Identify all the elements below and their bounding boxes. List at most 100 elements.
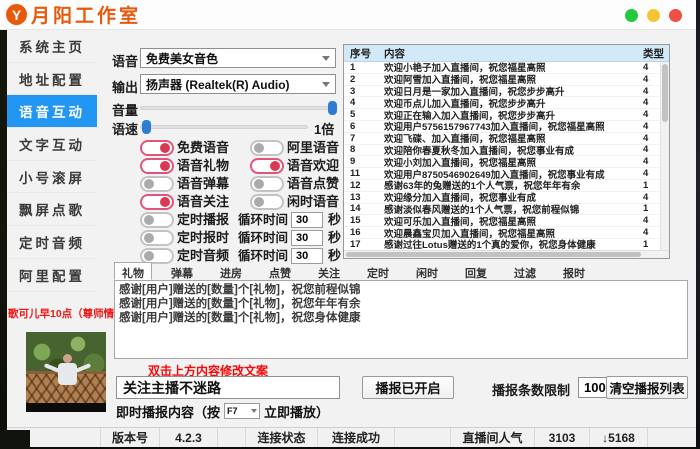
table-vertical-scrollbar[interactable]	[660, 62, 669, 250]
table-body: 1欢迎小艳子加入直播间，祝您福星高照42欢迎阿雪加入直播间，祝您福星高照43欢迎…	[344, 62, 669, 250]
sidebar-item-5[interactable]: 飘屏点歌	[7, 193, 97, 226]
sidebar-item-6[interactable]: 定时音频	[7, 226, 97, 259]
sidebar-item-7[interactable]: 阿里配置	[7, 259, 97, 292]
timer-toggle-switch[interactable]	[140, 230, 174, 246]
tab-3[interactable]: 点赞	[261, 262, 299, 280]
timer-label: 定时报时	[177, 230, 229, 246]
voice-label: 语音	[112, 51, 138, 70]
tab-0[interactable]: 礼物	[114, 262, 152, 280]
table-header-row: 序号内容类型	[344, 45, 669, 62]
volume-slider-thumb[interactable]	[328, 101, 337, 115]
thumbnail-letterbox	[26, 403, 106, 412]
toggle-knob-icon	[144, 251, 154, 261]
toggle-knob-icon	[160, 197, 170, 207]
toggle-switch[interactable]	[140, 176, 174, 192]
tab-8[interactable]: 过滤	[506, 262, 544, 280]
broadcast-toggle-button[interactable]: 播报已开启	[362, 376, 454, 399]
instant-label-suffix: 立即播放）	[264, 402, 329, 421]
follow-message-input[interactable]	[116, 376, 340, 399]
cycle-unit-label: 秒	[328, 212, 341, 228]
toggle-switch[interactable]	[140, 140, 174, 156]
desktop-edge	[0, 430, 30, 449]
status-item-5: 3103	[535, 428, 590, 447]
table-cell: 感谢过往Lotus赠送的1个真的爱你，祝您身体健康	[384, 237, 643, 250]
toggle-switch[interactable]	[250, 140, 284, 156]
toggle-switch[interactable]	[250, 194, 284, 210]
toggle-knob-icon	[270, 161, 280, 171]
toggle-label: 语音点赞	[287, 176, 339, 192]
table-cell: 6	[344, 121, 384, 132]
table-header-cell: 内容	[384, 46, 643, 61]
chevron-down-icon	[322, 82, 330, 87]
sidebar-item-4[interactable]: 小号滚屏	[7, 161, 97, 194]
toggle-switch[interactable]	[140, 158, 174, 174]
toggle-label: 语音礼物	[177, 158, 229, 174]
tab-2[interactable]: 进房	[212, 262, 250, 280]
table-cell: 4	[344, 97, 384, 108]
cycle-time-input[interactable]	[291, 212, 323, 228]
sidebar-item-2[interactable]: 语音互动	[7, 95, 97, 128]
timer-toggle-switch[interactable]	[140, 212, 174, 228]
hotkey-select[interactable]: F7	[224, 403, 260, 419]
tab-5[interactable]: 定时	[359, 262, 397, 280]
table-header-cell: 类型	[643, 46, 669, 61]
voice-select[interactable]: 免费美女音色	[140, 48, 336, 68]
scrollbar-thumb[interactable]	[346, 252, 641, 257]
tab-4[interactable]: 关注	[310, 262, 348, 280]
table-horizontal-scrollbar[interactable]	[344, 250, 669, 258]
table-cell: 17	[344, 239, 384, 250]
toggle-switch[interactable]	[140, 194, 174, 210]
cycle-time-label: 循环时间	[238, 230, 288, 246]
cycle-time-input[interactable]	[291, 230, 323, 246]
table-rows-container: 1欢迎小艳子加入直播间，祝您福星高照42欢迎阿雪加入直播间，祝您福星高照43欢迎…	[344, 62, 669, 250]
volume-label: 音量	[112, 100, 138, 119]
toggle-switch[interactable]	[250, 176, 284, 192]
window-button-green-icon[interactable]	[625, 9, 638, 22]
window-button-red-icon[interactable]	[669, 9, 682, 22]
table-header-cell: 序号	[344, 46, 384, 61]
toggle-label: 闲时语音	[287, 194, 339, 210]
title-bar: Y 月阳工作室	[0, 0, 696, 30]
toggle-knob-icon	[254, 179, 264, 189]
sidebar-item-0[interactable]: 系统主页	[7, 30, 97, 63]
output-select[interactable]: 扬声器 (Realtek(R) Audio)	[140, 74, 336, 94]
app-window: Y 月阳工作室 系统主页地址配置语音互动文字互动小号滚屏飘屏点歌定时音频阿里配置…	[0, 0, 696, 447]
table-cell: 12	[344, 180, 384, 191]
status-item-1: 4.2.3	[160, 428, 218, 447]
table-cell: 9	[344, 156, 384, 167]
toggle-switch[interactable]	[250, 158, 284, 174]
output-select-value: 扬声器 (Realtek(R) Audio)	[146, 76, 290, 93]
table-row[interactable]: 17感谢过往Lotus赠送的1个真的爱你，祝您身体健康1	[344, 239, 669, 250]
toggle-knob-icon	[144, 233, 154, 243]
tab-9[interactable]: 报时	[555, 262, 593, 280]
window-button-yellow-icon[interactable]	[647, 9, 660, 22]
tab-6[interactable]: 闲时	[408, 262, 446, 280]
status-item-0: 版本号	[100, 428, 160, 447]
table-cell: 8	[344, 144, 384, 155]
table-cell: 11	[344, 168, 384, 179]
toggle-label: 语音关注	[177, 194, 229, 210]
tab-1[interactable]: 弹幕	[163, 262, 201, 280]
template-textarea[interactable]	[114, 280, 688, 359]
clear-list-button[interactable]: 清空播报列表	[606, 376, 688, 399]
speed-slider[interactable]	[140, 125, 308, 129]
sidebar-item-3[interactable]: 文字互动	[7, 128, 97, 161]
output-label: 输出	[112, 77, 138, 96]
toggle-knob-icon	[160, 143, 170, 153]
table-cell: 14	[344, 203, 384, 214]
volume-slider[interactable]	[140, 106, 336, 110]
status-item-2: 连接状态	[245, 428, 318, 447]
tab-7[interactable]: 回复	[457, 262, 495, 280]
template-tabs: 礼物弹幕进房点赞关注定时闲时回复过滤报时	[114, 262, 593, 280]
toggle-label: 免费语音	[177, 140, 229, 156]
limit-label: 播报条数限制	[492, 380, 570, 399]
toggle-knob-icon	[144, 179, 154, 189]
broadcast-table: 序号内容类型 1欢迎小艳子加入直播间，祝您福星高照42欢迎阿雪加入直播间，祝您福…	[343, 44, 670, 259]
status-item-4: 直播间人气	[450, 428, 535, 447]
sidebar-item-1[interactable]: 地址配置	[7, 63, 97, 96]
speed-slider-thumb[interactable]	[142, 120, 151, 134]
toggle-label: 阿里语音	[287, 140, 339, 156]
scrollbar-thumb[interactable]	[662, 64, 668, 122]
timer-label: 定时播报	[177, 212, 229, 228]
table-cell: 3	[344, 86, 384, 97]
